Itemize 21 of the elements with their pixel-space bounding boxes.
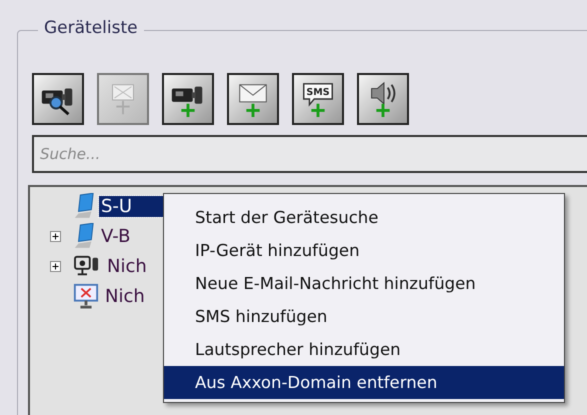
toolbar-button[interactable] <box>162 73 214 125</box>
tree-item[interactable]: Nich <box>103 286 147 306</box>
menu-item[interactable]: Start der Gerätesuche <box>164 201 564 234</box>
menu-item[interactable]: Lautsprecher hinzufügen <box>164 333 564 366</box>
computer-icon <box>73 193 95 219</box>
tree-item[interactable]: Nich <box>105 256 149 276</box>
search-field[interactable]: Suche... <box>32 135 587 173</box>
toolbar-button[interactable] <box>32 73 84 125</box>
toolbar-button[interactable] <box>357 73 409 125</box>
monitor-camera-icon <box>73 254 101 278</box>
toolbar-button[interactable] <box>227 73 279 125</box>
menu-item[interactable]: Neue E-Mail-Nachricht hinzufügen <box>164 267 564 300</box>
monitor-error-icon <box>73 283 99 309</box>
menu-item[interactable]: SMS hinzufügen <box>164 300 564 333</box>
toolbar-button[interactable]: SMS <box>292 73 344 125</box>
tree-item[interactable]: V-B <box>99 226 132 246</box>
expand-icon[interactable] <box>50 230 61 242</box>
menu-item[interactable]: Aus Axxon-Domain entfernen <box>164 366 564 399</box>
expand-icon[interactable] <box>50 260 61 272</box>
computer-icon <box>73 223 95 249</box>
menu-item[interactable]: IP-Gerät hinzufügen <box>164 234 564 267</box>
